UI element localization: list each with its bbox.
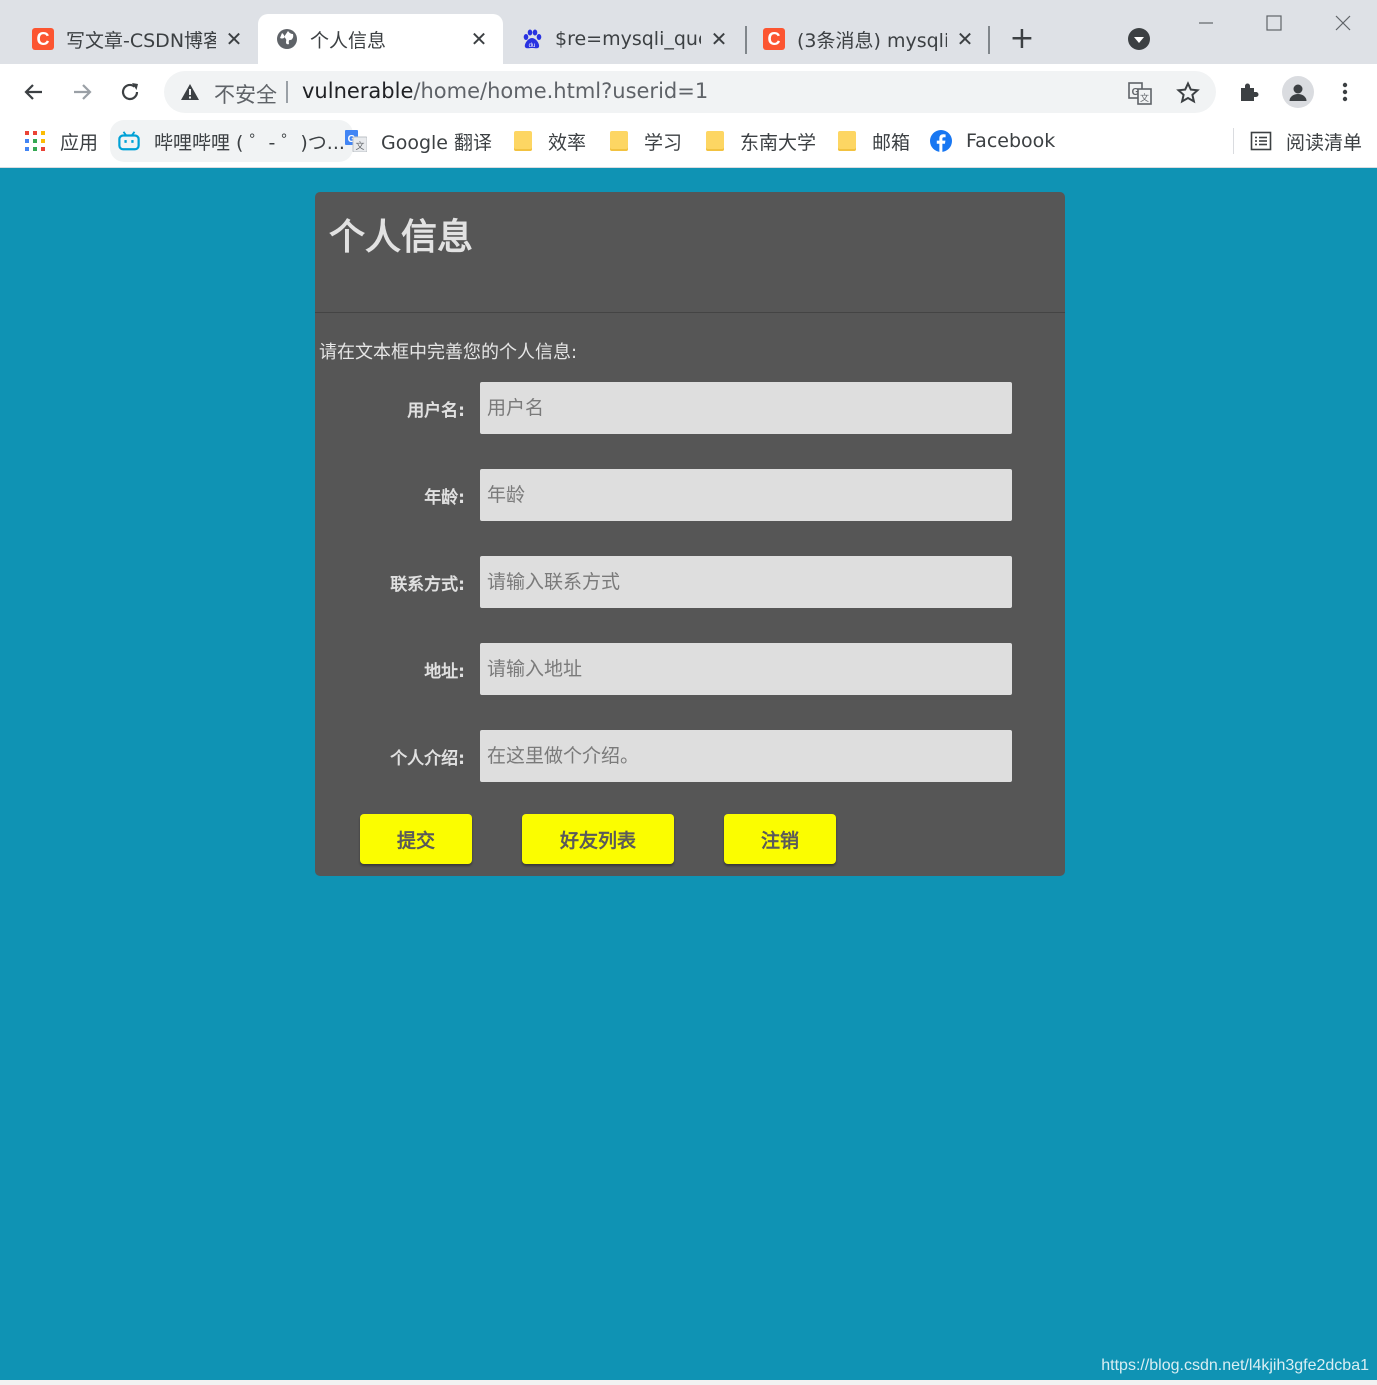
browser-window: C 写文章-CSDN博客 ✕ 个人信息 ✕ du $re=mysqli_qu ✕… [0, 0, 1377, 1385]
baidu-paw-icon: du [521, 28, 543, 50]
bookmark-label: 东南大学 [740, 131, 817, 154]
security-label[interactable]: 不安全 [214, 79, 277, 109]
tab-title: $re=mysqli_quer [555, 28, 701, 50]
bilibili-icon [118, 130, 140, 152]
username-input[interactable] [480, 382, 1012, 434]
tab-title: 个人信息 [310, 29, 387, 52]
address-label: 地址: [424, 662, 465, 682]
page-title: 个人信息 [329, 217, 474, 258]
bookmark-google-translate[interactable]: G文 Google 翻译 [345, 120, 492, 162]
tab-csdn-write[interactable]: C 写文章-CSDN博客 ✕ [14, 14, 258, 64]
translate-icon[interactable]: G文 [1128, 81, 1152, 105]
svg-text:文: 文 [355, 140, 364, 152]
logout-button[interactable]: 注销 [724, 814, 836, 864]
intro-input[interactable] [480, 730, 1012, 782]
bookmark-facebook[interactable]: Facebook [930, 120, 1055, 162]
tab-csdn-messages[interactable]: C (3条消息) mysqli_ ✕ [745, 14, 989, 64]
address-bar[interactable]: 不安全 vulnerable/home/home.html?userid=1 G… [164, 71, 1216, 113]
bookmark-bilibili[interactable]: 哔哩哔哩 ( ゜- ゜)つ... [110, 120, 353, 162]
bookmarks-separator [1233, 128, 1234, 154]
folder-icon [836, 130, 858, 152]
close-icon[interactable]: ✕ [224, 29, 244, 49]
bottom-edge [0, 1380, 1377, 1385]
tab-strip: C 写文章-CSDN博客 ✕ 个人信息 ✕ du $re=mysqli_qu ✕… [0, 0, 1377, 64]
back-icon[interactable] [18, 76, 50, 108]
omnibox-divider [286, 81, 288, 103]
bookmark-folder-efficiency[interactable]: 效率 [512, 120, 586, 162]
reading-list-icon [1250, 130, 1272, 152]
google-translate-icon: G文 [345, 130, 367, 152]
contact-label: 联系方式: [390, 575, 465, 595]
apps-grid-icon [24, 130, 46, 152]
csdn-watermark: https://blog.csdn.net/l4kjih3gfe2dcba1 [1101, 1357, 1369, 1374]
tab-personal-info[interactable]: 个人信息 ✕ [258, 14, 503, 64]
tab-search-icon[interactable] [1128, 28, 1150, 50]
bookmark-folder-mail[interactable]: 邮箱 [836, 120, 910, 162]
bookmark-apps[interactable]: 应用 [24, 120, 98, 162]
toolbar: 不安全 vulnerable/home/home.html?userid=1 G… [0, 64, 1377, 120]
close-icon[interactable]: ✕ [955, 29, 975, 49]
profile-card: 个人信息 请在文本框中完善您的个人信息: 用户名: 年龄: 联系方式: 地址: … [315, 192, 1065, 876]
form-instruction: 请在文本框中完善您的个人信息: [319, 342, 578, 363]
svg-text:文: 文 [1140, 92, 1149, 104]
folder-icon [704, 130, 726, 152]
window-close-icon[interactable] [1323, 8, 1363, 38]
csdn-icon: C [32, 28, 54, 50]
friends-list-button[interactable]: 好友列表 [522, 814, 674, 864]
star-icon[interactable] [1176, 81, 1200, 105]
bookmark-label: 应用 [60, 131, 99, 154]
extensions-icon[interactable] [1235, 78, 1263, 106]
csdn-icon: C [763, 28, 785, 50]
globe-icon [276, 28, 298, 50]
reading-list-button[interactable]: 阅读清单 [1250, 120, 1362, 162]
warning-icon[interactable] [180, 82, 200, 102]
reload-icon[interactable] [114, 76, 146, 108]
bookmark-label: 哔哩哔哩 ( ゜- ゜)つ... [154, 131, 345, 154]
username-label: 用户名: [407, 401, 465, 421]
tab-title: 写文章-CSDN博客 [66, 29, 216, 52]
bookmark-folder-study[interactable]: 学习 [608, 120, 682, 162]
maximize-icon[interactable] [1254, 8, 1294, 38]
close-icon[interactable]: ✕ [709, 29, 729, 49]
tab-separator [988, 26, 990, 54]
intro-label: 个人介绍: [390, 749, 465, 769]
bookmarks-bar: 应用 哔哩哔哩 ( ゜- ゜)つ... G文 Google 翻译 效率 学习 东… [0, 120, 1377, 168]
svg-text:du: du [529, 43, 536, 49]
url-text[interactable]: vulnerable/home/home.html?userid=1 [302, 79, 708, 103]
title-divider [315, 312, 1065, 313]
url-path: /home/home.html?userid=1 [413, 79, 709, 103]
forward-icon[interactable] [66, 76, 98, 108]
page-viewport: 个人信息 请在文本框中完善您的个人信息: 用户名: 年龄: 联系方式: 地址: … [0, 168, 1377, 1380]
reading-list-label: 阅读清单 [1286, 131, 1363, 154]
url-host: vulnerable [302, 79, 414, 103]
bookmark-label: Google 翻译 [381, 131, 493, 154]
address-input[interactable] [480, 643, 1012, 695]
age-input[interactable] [480, 469, 1012, 521]
bookmark-label: 效率 [548, 131, 587, 154]
facebook-icon [930, 130, 952, 152]
minimize-icon[interactable] [1186, 8, 1226, 38]
tab-mysqli-search[interactable]: du $re=mysqli_quer ✕ [503, 14, 743, 64]
contact-input[interactable] [480, 556, 1012, 608]
folder-icon [608, 130, 630, 152]
profile-avatar-icon[interactable] [1282, 76, 1314, 108]
tab-title: (3条消息) mysqli_ [797, 29, 947, 52]
close-icon[interactable]: ✕ [469, 29, 489, 49]
bookmark-label: 学习 [644, 131, 683, 154]
submit-button[interactable]: 提交 [360, 814, 472, 864]
folder-icon [512, 130, 534, 152]
bookmark-label: Facebook [966, 130, 1056, 152]
bookmark-label: 邮箱 [872, 131, 911, 154]
menu-kebab-icon[interactable] [1331, 78, 1359, 106]
bookmark-folder-seu[interactable]: 东南大学 [704, 120, 816, 162]
age-label: 年龄: [424, 488, 465, 508]
plus-icon[interactable]: + [1006, 24, 1038, 56]
